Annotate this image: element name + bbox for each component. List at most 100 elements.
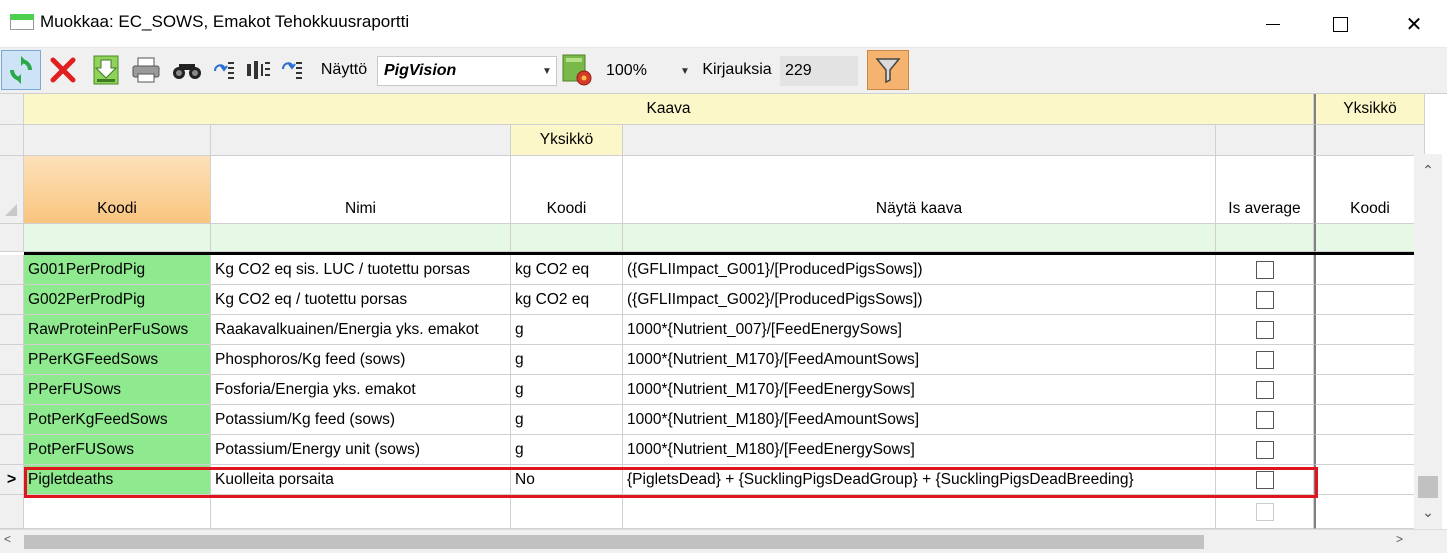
table-cell-right-koodi[interactable]	[1314, 285, 1425, 315]
move-up-button[interactable]	[210, 50, 238, 90]
table-cell-right-koodi[interactable]	[1314, 405, 1425, 435]
maximize-button[interactable]	[1314, 0, 1366, 48]
new-row-cell[interactable]	[511, 495, 623, 529]
table-cell-is-average[interactable]	[1216, 375, 1314, 405]
table-cell-right-koodi[interactable]	[1314, 435, 1425, 465]
table-cell-formula[interactable]: 1000*{Nutrient_M170}/[FeedEnergySows]	[623, 375, 1216, 405]
is-average-checkbox[interactable]	[1255, 470, 1274, 489]
table-cell-unit[interactable]: g	[511, 435, 623, 465]
new-row-cell[interactable]	[211, 495, 511, 529]
print-button[interactable]	[128, 50, 164, 90]
is-average-checkbox[interactable]	[1255, 410, 1274, 429]
scroll-left-icon[interactable]: <	[4, 532, 11, 546]
table-cell-koodi[interactable]: Pigletdeaths	[24, 465, 211, 495]
table-cell-koodi[interactable]: G001PerProdPig	[24, 255, 211, 285]
table-cell-koodi[interactable]: G002PerProdPig	[24, 285, 211, 315]
table-cell-nimi[interactable]: Fosforia/Energia yks. emakot	[211, 375, 511, 405]
view-select[interactable]: PigVision ▼	[377, 56, 557, 86]
row-header[interactable]	[0, 255, 24, 285]
table-cell-right-koodi[interactable]	[1314, 375, 1425, 405]
filter-unit-input[interactable]	[511, 224, 623, 252]
table-cell-is-average[interactable]	[1216, 285, 1314, 315]
column-header-right-koodi[interactable]: Koodi	[1314, 156, 1425, 224]
is-average-checkbox[interactable]	[1255, 380, 1274, 399]
table-cell-right-koodi[interactable]	[1314, 315, 1425, 345]
current-row-indicator[interactable]: >	[0, 465, 24, 495]
is-average-checkbox[interactable]	[1255, 260, 1274, 279]
filter-right-koodi-input[interactable]	[1314, 224, 1425, 252]
table-cell-is-average[interactable]	[1216, 465, 1314, 495]
table-cell-unit[interactable]: g	[511, 375, 623, 405]
is-average-checkbox[interactable]	[1255, 440, 1274, 459]
row-header[interactable]	[0, 405, 24, 435]
table-cell-right-koodi[interactable]	[1314, 345, 1425, 375]
table-cell-formula[interactable]: 1000*{Nutrient_M180}/[FeedAmountSows]	[623, 405, 1216, 435]
scroll-down-icon[interactable]: ⌄	[1414, 504, 1442, 524]
table-cell-koodi[interactable]: RawProteinPerFuSows	[24, 315, 211, 345]
is-average-checkbox[interactable]	[1255, 290, 1274, 309]
table-cell-is-average[interactable]	[1216, 435, 1314, 465]
vertical-scroll-thumb[interactable]	[1418, 476, 1438, 498]
row-header[interactable]	[0, 315, 24, 345]
table-cell-koodi[interactable]: PPerKGFeedSows	[24, 345, 211, 375]
is-average-checkbox[interactable]	[1255, 350, 1274, 369]
table-cell-koodi[interactable]: PPerFUSows	[24, 375, 211, 405]
minimize-button[interactable]	[1247, 0, 1299, 48]
refresh-button[interactable]	[1, 50, 41, 90]
horizontal-scrollbar[interactable]: < >	[0, 529, 1447, 553]
filter-koodi-input[interactable]	[24, 224, 211, 252]
new-row-cell[interactable]	[623, 495, 1216, 529]
table-cell-formula[interactable]: 1000*{Nutrient_M180}/[FeedEnergySows]	[623, 435, 1216, 465]
horizontal-scroll-thumb[interactable]	[24, 535, 1204, 549]
close-button[interactable]: ✕	[1388, 0, 1440, 48]
table-cell-unit[interactable]: g	[511, 315, 623, 345]
filter-formula-input[interactable]	[623, 224, 1216, 252]
zoom-select[interactable]: 100% ▼	[600, 56, 694, 86]
row-header[interactable]	[0, 345, 24, 375]
row-header[interactable]	[0, 495, 24, 529]
table-cell-nimi[interactable]: Potassium/Kg feed (sows)	[211, 405, 511, 435]
delete-button[interactable]	[44, 50, 82, 90]
filter-button[interactable]	[867, 50, 909, 90]
table-cell-nimi[interactable]: Potassium/Energy unit (sows)	[211, 435, 511, 465]
new-row-cell[interactable]	[1216, 495, 1314, 529]
vertical-scrollbar[interactable]: ⌃ ⌄	[1414, 154, 1442, 529]
table-cell-is-average[interactable]	[1216, 345, 1314, 375]
table-cell-unit[interactable]: g	[511, 405, 623, 435]
table-cell-koodi[interactable]: PotPerFUSows	[24, 435, 211, 465]
table-cell-formula[interactable]: ({GFLIImpact_G001}/[ProducedPigsSows])	[623, 255, 1216, 285]
table-cell-nimi[interactable]: Kg CO2 eq sis. LUC / tuotettu porsas	[211, 255, 511, 285]
table-cell-formula[interactable]: 1000*{Nutrient_M170}/[FeedAmountSows]	[623, 345, 1216, 375]
table-cell-right-koodi[interactable]	[1314, 465, 1425, 495]
table-cell-nimi[interactable]: Raakavalkuainen/Energia yks. emakot	[211, 315, 511, 345]
column-header-unit-koodi[interactable]: Koodi	[511, 156, 623, 224]
scroll-up-icon[interactable]: ⌃	[1414, 162, 1442, 182]
is-average-checkbox[interactable]	[1255, 320, 1274, 339]
table-cell-is-average[interactable]	[1216, 315, 1314, 345]
row-header[interactable]	[0, 285, 24, 315]
table-cell-formula[interactable]: {PigletsDead} + {SucklingPigsDeadGroup} …	[623, 465, 1216, 495]
column-header-formula[interactable]: Näytä kaava	[623, 156, 1216, 224]
row-header-corner[interactable]	[0, 156, 24, 224]
row-header[interactable]	[0, 375, 24, 405]
table-cell-koodi[interactable]: PotPerKgFeedSows	[24, 405, 211, 435]
table-cell-is-average[interactable]	[1216, 255, 1314, 285]
filter-nimi-input[interactable]	[211, 224, 511, 252]
filter-is-average-input[interactable]	[1216, 224, 1314, 252]
table-cell-unit[interactable]: kg CO2 eq	[511, 285, 623, 315]
download-button[interactable]	[88, 50, 124, 90]
column-header-koodi[interactable]: Koodi	[24, 156, 211, 224]
new-row-cell[interactable]	[24, 495, 211, 529]
row-header[interactable]	[0, 435, 24, 465]
table-cell-is-average[interactable]	[1216, 405, 1314, 435]
table-cell-formula[interactable]: ({GFLIImpact_G002}/[ProducedPigsSows])	[623, 285, 1216, 315]
table-cell-right-koodi[interactable]	[1314, 255, 1425, 285]
table-cell-nimi[interactable]: Kg CO2 eq / tuotettu porsas	[211, 285, 511, 315]
table-cell-unit[interactable]: g	[511, 345, 623, 375]
table-cell-nimi[interactable]: Phosphoros/Kg feed (sows)	[211, 345, 511, 375]
table-cell-unit[interactable]: kg CO2 eq	[511, 255, 623, 285]
column-header-is-average[interactable]: Is average	[1216, 156, 1314, 224]
columns-button[interactable]	[244, 50, 272, 90]
table-cell-nimi[interactable]: Kuolleita porsaita	[211, 465, 511, 495]
new-row-cell[interactable]	[1314, 495, 1425, 529]
